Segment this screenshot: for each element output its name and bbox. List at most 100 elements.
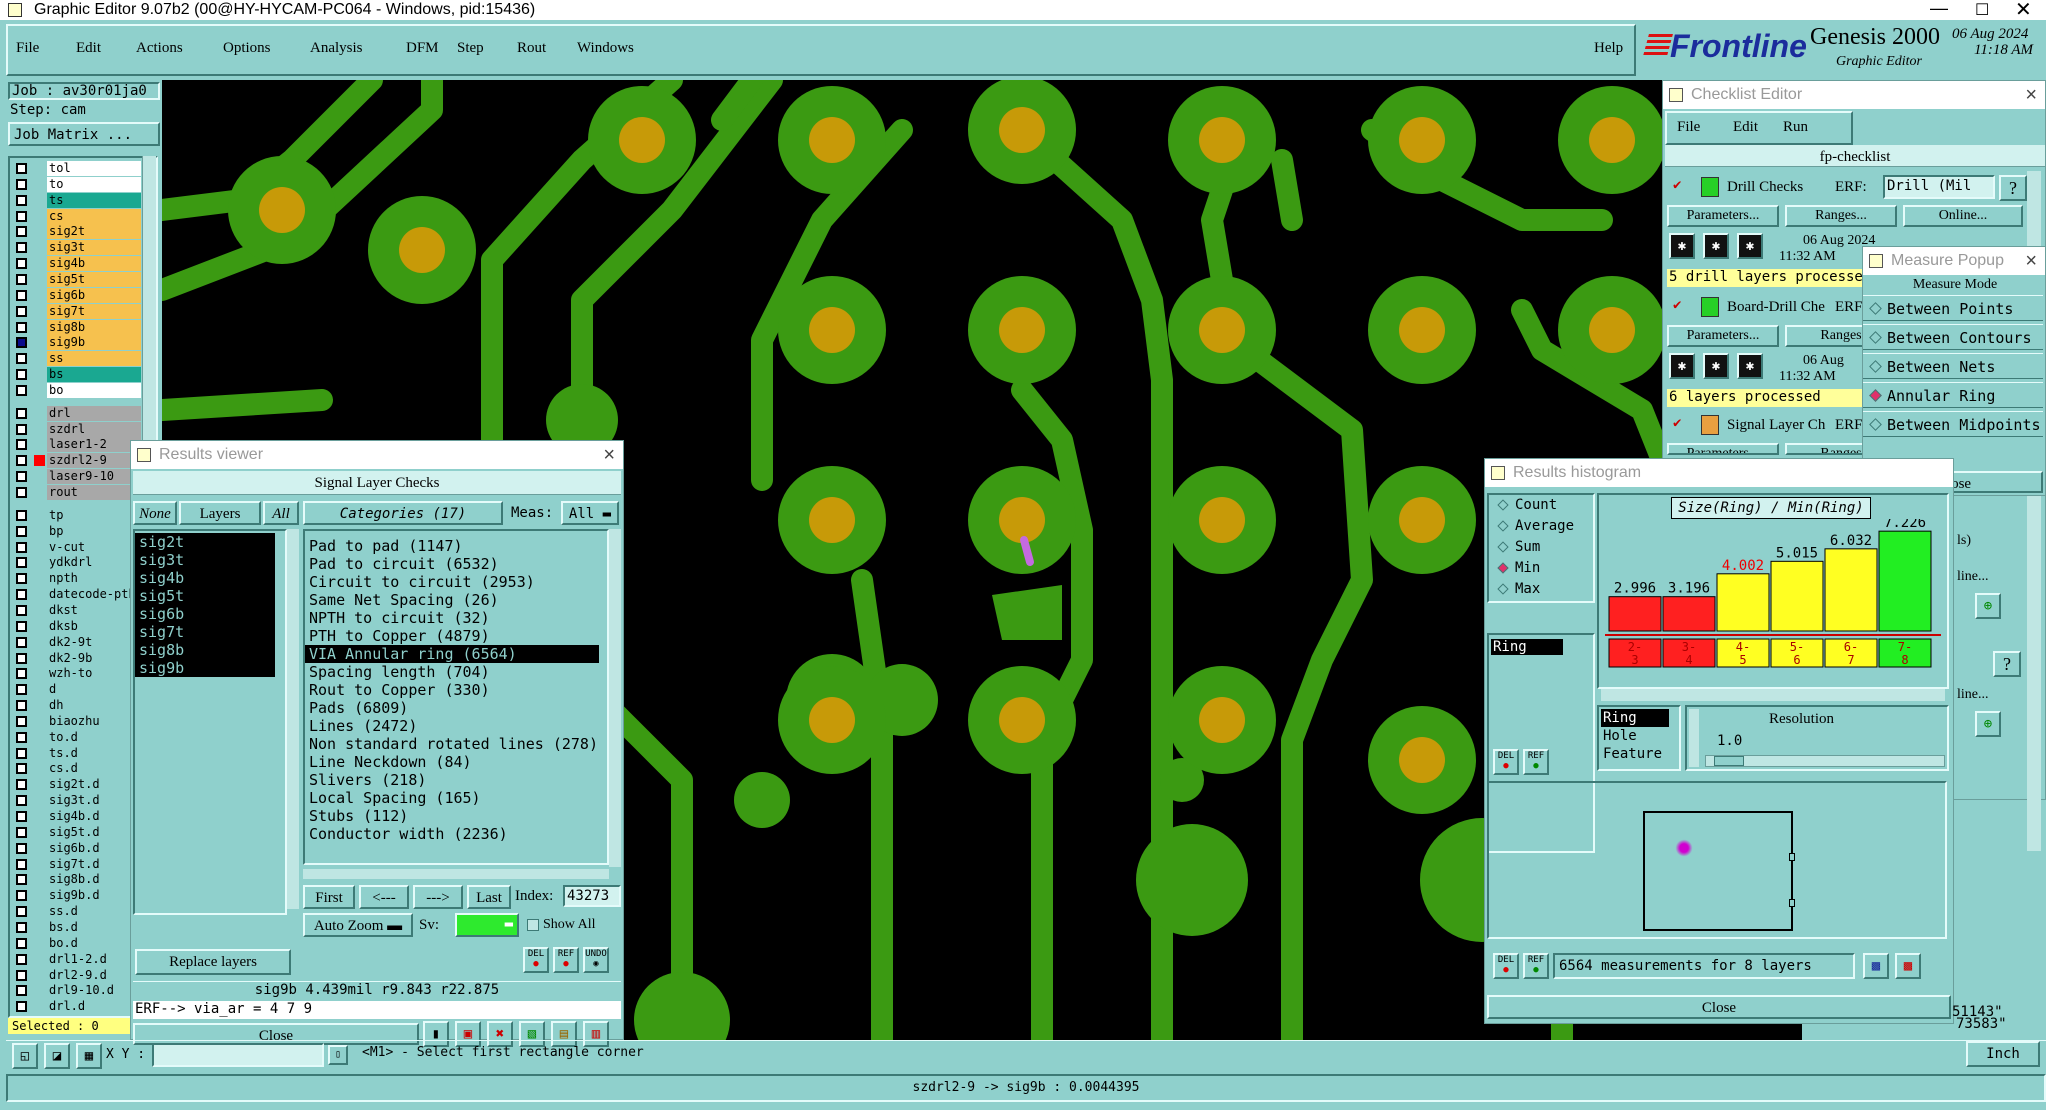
layer-row[interactable]: bo.d bbox=[12, 935, 141, 951]
zoom-icon-1[interactable]: ⊕ bbox=[1975, 593, 2001, 619]
category-item[interactable]: Pad to pad (1147) bbox=[305, 537, 607, 555]
layer-checkbox[interactable] bbox=[16, 763, 27, 775]
field-ring[interactable]: Ring bbox=[1491, 639, 1563, 655]
layer-row[interactable]: sig9b bbox=[12, 335, 141, 351]
category-item[interactable]: Pad to circuit (6532) bbox=[305, 555, 607, 573]
results-viewer-close-icon[interactable]: × bbox=[603, 441, 615, 469]
layer-checkbox[interactable] bbox=[16, 407, 27, 419]
result-layer-item[interactable]: sig6b bbox=[135, 605, 275, 623]
layer-checkbox[interactable] bbox=[16, 289, 27, 301]
all-layers-button[interactable]: All bbox=[263, 501, 299, 525]
measure-mode-option[interactable]: Between Points bbox=[1863, 295, 2043, 321]
attribute-item[interactable]: Ring bbox=[1601, 709, 1669, 727]
close-app-button[interactable]: ✕ bbox=[2015, 0, 2032, 22]
layer-row[interactable]: drl1-2.d bbox=[12, 951, 141, 967]
measure-close-icon[interactable]: × bbox=[2025, 247, 2037, 275]
layer-row[interactable]: wzh-to bbox=[12, 666, 141, 682]
menu-actions[interactable]: Actions bbox=[136, 40, 183, 57]
layer-checkbox[interactable] bbox=[16, 423, 27, 435]
first-button[interactable]: First bbox=[303, 885, 355, 909]
menu-file[interactable]: File bbox=[16, 40, 39, 57]
next-button[interactable]: ---> bbox=[413, 885, 463, 909]
check-signal-layer-checkbox[interactable]: ✔ bbox=[1673, 416, 1687, 431]
layer-checkbox[interactable] bbox=[16, 620, 27, 632]
layer-checkbox[interactable] bbox=[16, 305, 27, 317]
menu-windows[interactable]: Windows bbox=[577, 40, 634, 57]
layer-checkbox[interactable] bbox=[16, 858, 27, 870]
menu-options[interactable]: Options bbox=[223, 40, 271, 57]
layer-checkbox[interactable] bbox=[16, 509, 27, 521]
ref-button[interactable]: REF ● bbox=[553, 947, 579, 973]
layer-checkbox[interactable] bbox=[16, 668, 27, 680]
layer-checkbox[interactable] bbox=[16, 541, 27, 553]
layer-checkbox[interactable] bbox=[16, 921, 27, 933]
drill-run3-icon[interactable]: ✱ bbox=[1737, 233, 1763, 259]
stat-option[interactable]: Max bbox=[1497, 581, 1540, 597]
check-drill-checkbox[interactable]: ✔ bbox=[1673, 178, 1687, 193]
menu-dfm[interactable]: DFM bbox=[406, 40, 439, 57]
layer-checkbox[interactable] bbox=[16, 731, 27, 743]
category-item[interactable]: Same Net Spacing (26) bbox=[305, 591, 607, 609]
layer-checkbox[interactable] bbox=[16, 321, 27, 333]
layer-checkbox[interactable] bbox=[16, 178, 27, 190]
layer-checkbox[interactable] bbox=[16, 163, 27, 174]
layer-checkbox[interactable] bbox=[16, 258, 27, 270]
layer-row[interactable]: ss bbox=[12, 351, 141, 367]
checklist-close-icon[interactable]: × bbox=[2025, 81, 2037, 109]
layer-row[interactable]: bp bbox=[12, 523, 141, 539]
layer-row[interactable]: tp bbox=[12, 507, 141, 523]
category-item[interactable]: Line Neckdown (84) bbox=[305, 753, 607, 771]
prev-button[interactable]: <--- bbox=[359, 885, 409, 909]
board-drill-run3-icon[interactable]: ✱ bbox=[1737, 353, 1763, 379]
attribute-item[interactable]: Hole bbox=[1601, 727, 1669, 745]
category-item[interactable]: Stubs (112) bbox=[305, 807, 607, 825]
stat-option[interactable]: Sum bbox=[1497, 539, 1540, 555]
layer-row[interactable]: ts.d bbox=[12, 745, 141, 761]
layer-checkbox[interactable] bbox=[16, 369, 27, 381]
menu-analysis[interactable]: Analysis bbox=[310, 40, 363, 57]
drill-online-button[interactable]: Online... bbox=[1903, 205, 2023, 227]
menu-help[interactable]: Help bbox=[1594, 40, 1623, 57]
layer-checkbox[interactable] bbox=[16, 525, 27, 537]
hist-tool-1-icon[interactable]: ▩ bbox=[1863, 953, 1889, 979]
layer-checkbox[interactable] bbox=[16, 700, 27, 712]
layer-checkbox[interactable] bbox=[16, 604, 27, 616]
check-board-drill-checkbox[interactable]: ✔ bbox=[1673, 298, 1687, 313]
menu-edit[interactable]: Edit bbox=[76, 40, 101, 57]
attribute-item[interactable]: Feature bbox=[1601, 745, 1669, 763]
result-layer-item[interactable]: sig4b bbox=[135, 569, 275, 587]
layer-row[interactable]: sig8b bbox=[12, 319, 141, 335]
layer-row[interactable]: cs.d bbox=[12, 761, 141, 777]
result-layer-item[interactable]: sig3t bbox=[135, 551, 275, 569]
layer-row[interactable]: sig5t bbox=[12, 271, 141, 287]
layer-checkbox[interactable] bbox=[16, 874, 27, 886]
index-input[interactable]: 43273 bbox=[563, 885, 621, 907]
checklist-menu-run[interactable]: Run bbox=[1783, 119, 1808, 136]
histogram-bar[interactable] bbox=[1662, 596, 1716, 632]
category-item[interactable]: NPTH to circuit (32) bbox=[305, 609, 607, 627]
layer-checkbox[interactable] bbox=[16, 811, 27, 822]
result-layer-item[interactable]: sig2t bbox=[135, 533, 275, 551]
category-item[interactable]: Circuit to circuit (2953) bbox=[305, 573, 607, 591]
layer-row[interactable]: npth bbox=[12, 571, 141, 587]
layer-checkbox[interactable] bbox=[16, 652, 27, 664]
replace-layers-button[interactable]: Replace layers bbox=[135, 949, 291, 975]
result-layers-scrollbar[interactable] bbox=[287, 529, 299, 909]
drill-help-button[interactable]: ? bbox=[1999, 175, 2027, 201]
show-all-checkbox[interactable] bbox=[527, 919, 539, 931]
drill-ranges-button[interactable]: Ranges... bbox=[1785, 205, 1897, 227]
layer-row[interactable]: laser9-10 bbox=[12, 469, 141, 485]
category-item[interactable]: Rout to Copper (330) bbox=[305, 681, 607, 699]
stat-option[interactable]: Average bbox=[1497, 518, 1574, 534]
layer-row[interactable]: szdrl bbox=[12, 421, 141, 437]
layer-checkbox[interactable] bbox=[16, 337, 27, 349]
grid-tool-icon[interactable]: ▦ bbox=[76, 1043, 102, 1069]
layer-checkbox[interactable] bbox=[16, 747, 27, 759]
layer-row[interactable]: sig7t bbox=[12, 303, 141, 319]
layer-row[interactable]: to.d bbox=[12, 729, 141, 745]
layer-row[interactable]: sig3t bbox=[12, 240, 141, 256]
layer-row[interactable]: laser1-2 bbox=[12, 437, 141, 453]
auto-zoom-select[interactable]: Auto Zoom ▬ bbox=[303, 913, 413, 937]
result-layer-item[interactable]: sig7t bbox=[135, 623, 275, 641]
layer-row[interactable]: sig3t.d bbox=[12, 793, 141, 809]
